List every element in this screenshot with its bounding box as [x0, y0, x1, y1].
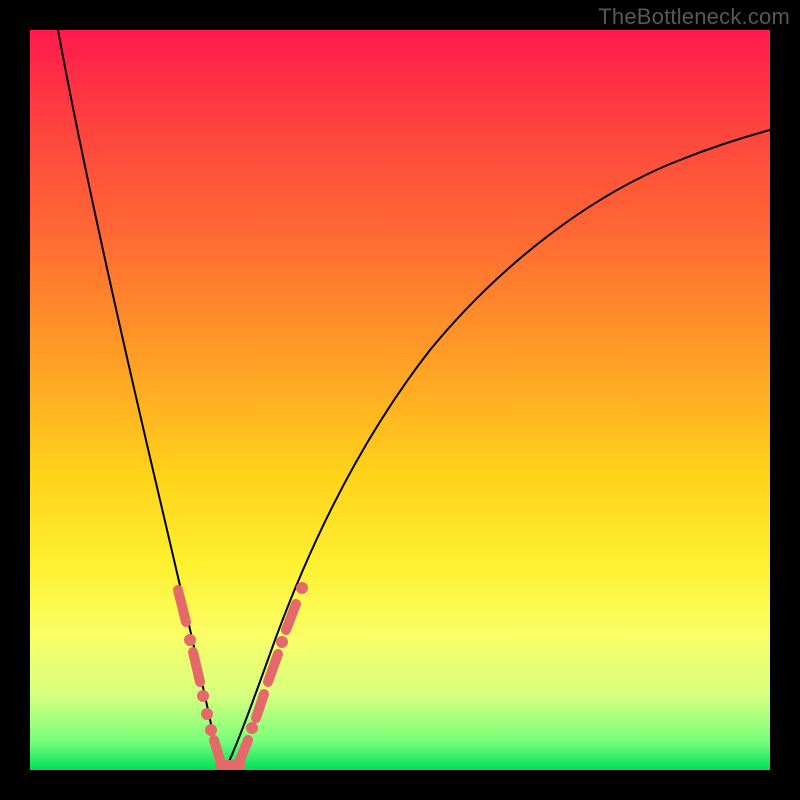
marker-dot [296, 582, 308, 594]
marker-seg [214, 740, 220, 760]
marker-dot [197, 690, 209, 702]
curve-layer [30, 30, 770, 770]
marker-seg [240, 740, 248, 760]
marker-dot [205, 724, 217, 736]
marker-dot [201, 708, 213, 720]
marker-seg [256, 694, 264, 718]
marker-dot [184, 634, 196, 646]
plot-area [30, 30, 770, 770]
marker-dot [246, 722, 258, 734]
marker-seg [178, 590, 186, 622]
watermark-text: TheBottleneck.com [598, 4, 790, 30]
marker-seg [193, 652, 200, 682]
left-branch-curve [58, 30, 225, 770]
chart-frame: TheBottleneck.com [0, 0, 800, 800]
marker-dot [276, 636, 288, 648]
right-branch-curve [225, 130, 770, 770]
